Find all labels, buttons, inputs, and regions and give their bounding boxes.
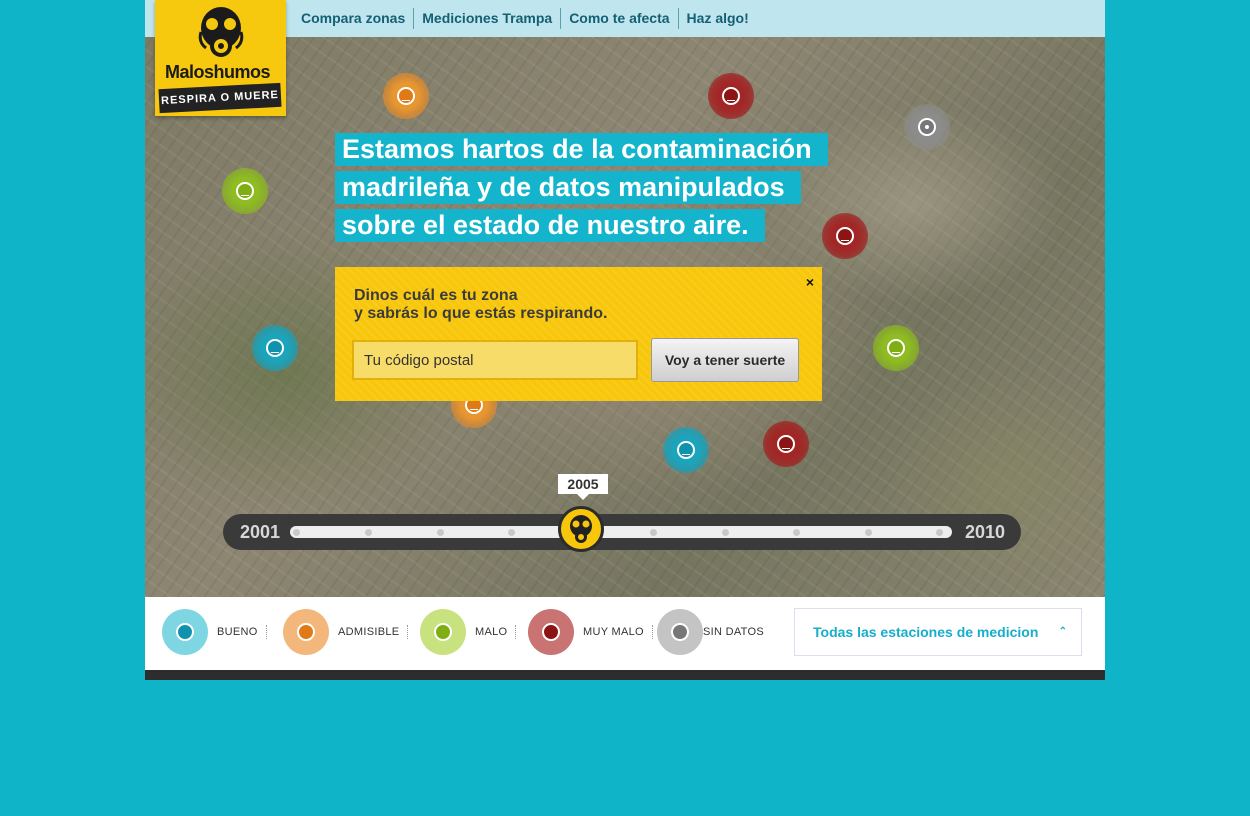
logo[interactable]: Maloshumos RESPIRA O MUERE <box>155 0 286 116</box>
timeline-tick[interactable] <box>722 529 729 536</box>
headline-line: Estamos hartos de la contaminación <box>335 133 828 166</box>
station-marker-malo[interactable] <box>873 325 919 371</box>
station-marker-bueno[interactable] <box>663 427 709 473</box>
station-face-icon <box>677 441 695 459</box>
brand-name-part-2: humos <box>213 62 271 82</box>
legend-bueno-icon <box>162 609 208 655</box>
panel-prompt: Dinos cuál es tu zona y sabrás lo que es… <box>354 287 607 323</box>
legend-label: BUENO <box>217 625 267 639</box>
station-face-icon <box>397 87 415 105</box>
legend-item-sin-datos: SIN DATOS <box>657 608 772 656</box>
headline-line-3: sobre el estado de nuestro aire. <box>335 209 765 242</box>
timeline-tick[interactable] <box>437 529 444 536</box>
top-navigation: Compara zonas Mediciones Trampa Como te … <box>145 0 1105 37</box>
gas-mask-icon <box>198 7 244 57</box>
station-face-icon <box>266 339 284 357</box>
legend-muy-malo-icon <box>528 609 574 655</box>
station-marker-sin-datos[interactable] <box>904 104 950 150</box>
gas-mask-icon <box>570 515 592 543</box>
brand-name: Maloshumos <box>165 62 271 83</box>
timeline-handle[interactable] <box>558 506 604 552</box>
station-marker-admisible[interactable] <box>383 73 429 119</box>
panel-prompt-line-2: y sabrás lo que estás respirando. <box>354 305 608 322</box>
legend-item-bueno: BUENO <box>162 608 267 656</box>
nav-item-compara-zonas[interactable]: Compara zonas <box>293 8 415 29</box>
brand-tagline: RESPIRA O MUERE <box>158 82 282 114</box>
feeling-lucky-button[interactable]: Voy a tener suerte <box>651 338 799 382</box>
app-frame: Compara zonas Mediciones Trampa Como te … <box>145 0 1105 680</box>
timeline-tick[interactable] <box>293 529 300 536</box>
legend-sin-datos-icon <box>657 609 703 655</box>
legend-label: ADMISIBLE <box>338 625 409 639</box>
timeline-tick[interactable] <box>650 529 657 536</box>
station-marker-muy-malo[interactable] <box>763 421 809 467</box>
legend-item-malo: MALO <box>420 608 517 656</box>
year-timeline-slider[interactable]: 2001 2010 <box>223 506 1021 552</box>
headline-line: sobre el estado de nuestro aire. <box>335 209 828 242</box>
station-face-icon <box>236 182 254 200</box>
legend-item-muy-malo: MUY MALO <box>528 608 653 656</box>
postal-code-input[interactable] <box>352 340 638 380</box>
timeline-track[interactable] <box>290 526 952 538</box>
station-face-icon <box>722 87 740 105</box>
chevron-up-icon: ⌃ <box>1058 626 1067 637</box>
legend-item-admisible: ADMISIBLE <box>283 608 409 656</box>
legend-label: MUY MALO <box>583 625 653 639</box>
timeline-tick[interactable] <box>508 529 515 536</box>
nav-item-como-te-afecta[interactable]: Como te afecta <box>561 8 679 29</box>
timeline-tick[interactable] <box>936 529 943 536</box>
stations-dropdown[interactable]: Todas las estaciones de medicion ⌃ <box>794 608 1082 656</box>
nav-item-mediciones-trampa[interactable]: Mediciones Trampa <box>414 8 562 29</box>
station-face-icon <box>777 435 795 453</box>
station-marker-bueno[interactable] <box>252 325 298 371</box>
timeline-year-label: 2005 <box>558 474 608 500</box>
close-icon[interactable]: × <box>806 274 814 290</box>
brand-name-part-1: Malos <box>165 62 214 82</box>
footer-bar <box>145 670 1105 680</box>
station-marker-malo[interactable] <box>222 168 268 214</box>
timeline-tick[interactable] <box>865 529 872 536</box>
panel-prompt-line-1: Dinos cuál es tu zona <box>354 287 518 304</box>
legend-bar: BUENO ADMISIBLE MALO MUY MALO SIN DATOS … <box>145 597 1105 670</box>
timeline-tick[interactable] <box>793 529 800 536</box>
legend-label: MALO <box>475 625 517 639</box>
headline: Estamos hartos de la contaminación madri… <box>335 133 828 247</box>
station-marker-muy-malo[interactable] <box>822 213 868 259</box>
timeline-end-year: 2010 <box>964 522 1005 542</box>
postal-code-panel: × Dinos cuál es tu zona y sabrás lo que … <box>335 267 822 401</box>
nav-item-haz-algo[interactable]: Haz algo! <box>679 8 757 29</box>
headline-line-2: madrileña y de datos manipulados <box>335 171 801 204</box>
station-face-icon <box>918 118 936 136</box>
stations-dropdown-label: Todas las estaciones de medicion <box>813 624 1039 640</box>
nav-menu: Compara zonas Mediciones Trampa Como te … <box>293 0 757 37</box>
station-face-icon <box>836 227 854 245</box>
headline-line: madrileña y de datos manipulados <box>335 171 828 204</box>
station-marker-muy-malo[interactable] <box>708 73 754 119</box>
timeline-start-year: 2001 <box>240 522 281 542</box>
timeline-tick[interactable] <box>365 529 372 536</box>
legend-label: SIN DATOS <box>703 626 764 638</box>
legend-admisible-icon <box>283 609 329 655</box>
station-face-icon <box>887 339 905 357</box>
legend-malo-icon <box>420 609 466 655</box>
headline-line-1: Estamos hartos de la contaminación <box>335 133 828 166</box>
